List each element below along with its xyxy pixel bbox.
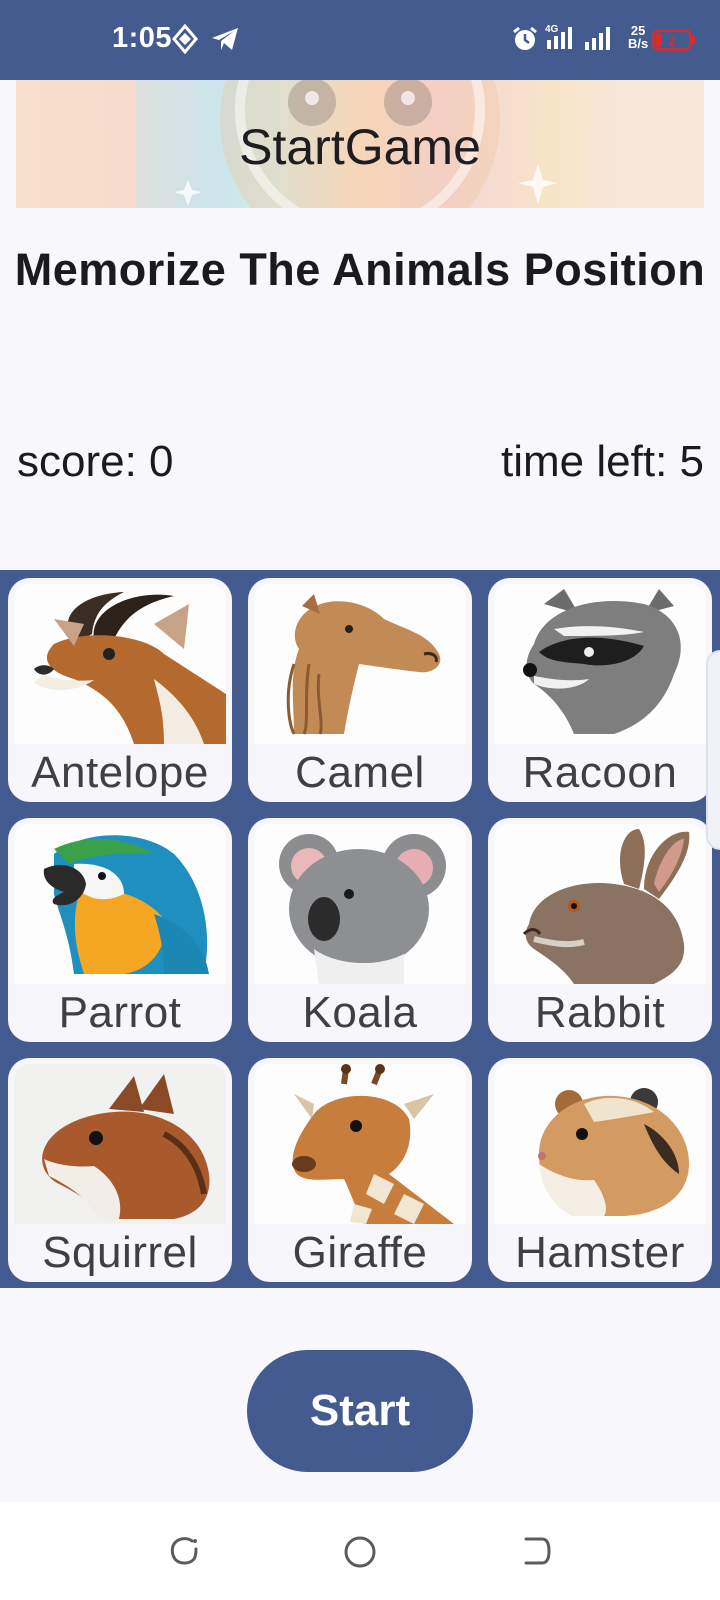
signal-4g-icon: 4G xyxy=(545,24,572,49)
time-left-label: time left: 5 xyxy=(501,437,704,486)
status-bar: 1:05 4G 25 B/s 2 xyxy=(0,0,720,80)
animal-label: Camel xyxy=(295,748,425,797)
animal-card-rabbit[interactable]: Rabbit xyxy=(488,818,712,1042)
animal-card-squirrel[interactable]: Squirrel xyxy=(8,1058,232,1282)
racoon-image xyxy=(494,584,706,744)
recent-apps-icon[interactable] xyxy=(168,1535,200,1567)
animal-card-racoon[interactable]: Racoon xyxy=(488,578,712,802)
animal-card-koala[interactable]: Koala xyxy=(248,818,472,1042)
home-icon[interactable] xyxy=(343,1535,377,1569)
alarm-icon xyxy=(513,26,537,50)
battery-low-icon: 2 xyxy=(652,29,695,51)
koala-image xyxy=(254,824,466,984)
animal-label: Koala xyxy=(302,988,418,1037)
battery-level: 2 xyxy=(669,34,676,48)
header-banner: StartGame xyxy=(16,80,704,208)
animal-card-camel[interactable]: Camel xyxy=(248,578,472,802)
network-speed-unit: B/s xyxy=(628,36,649,51)
page-title: StartGame xyxy=(239,119,481,175)
status-time: 1:05 xyxy=(112,22,173,54)
animal-label: Hamster xyxy=(515,1228,685,1277)
parrot-image xyxy=(14,824,226,984)
animal-card-giraffe[interactable]: Giraffe xyxy=(248,1058,472,1282)
squirrel-image xyxy=(14,1064,226,1224)
animal-label: Racoon xyxy=(522,748,678,797)
animal-card-antelope[interactable]: Antelope xyxy=(8,578,232,802)
animal-grid: Antelope Camel Racoon Parrot Koala Rabbi… xyxy=(8,578,712,1282)
animal-label: Giraffe xyxy=(292,1228,428,1277)
scrollbar-handle[interactable] xyxy=(706,650,720,850)
svg-text:4G: 4G xyxy=(545,24,559,35)
navigation-diamond-icon xyxy=(172,24,198,54)
start-button[interactable]: Start xyxy=(247,1350,473,1472)
hamster-image xyxy=(494,1064,706,1224)
giraffe-image xyxy=(254,1064,466,1224)
score-label: score: 0 xyxy=(17,437,174,486)
antelope-image xyxy=(14,584,226,744)
animal-label: Rabbit xyxy=(534,988,666,1037)
camel-image xyxy=(254,584,466,744)
animal-board: Antelope Camel Racoon Parrot Koala Rabbi… xyxy=(0,570,720,1288)
animal-label: Squirrel xyxy=(42,1228,198,1277)
telegram-icon xyxy=(212,28,238,50)
animal-label: Parrot xyxy=(58,988,182,1037)
animal-card-hamster[interactable]: Hamster xyxy=(488,1058,712,1282)
animal-card-parrot[interactable]: Parrot xyxy=(8,818,232,1042)
rabbit-image xyxy=(494,824,706,984)
game-instruction-heading: Memorize The Animals Position xyxy=(14,244,706,295)
back-icon[interactable] xyxy=(520,1535,552,1567)
network-speed: 25 B/s xyxy=(628,24,648,50)
signal-icon xyxy=(585,27,610,50)
animal-label: Antelope xyxy=(31,748,209,797)
